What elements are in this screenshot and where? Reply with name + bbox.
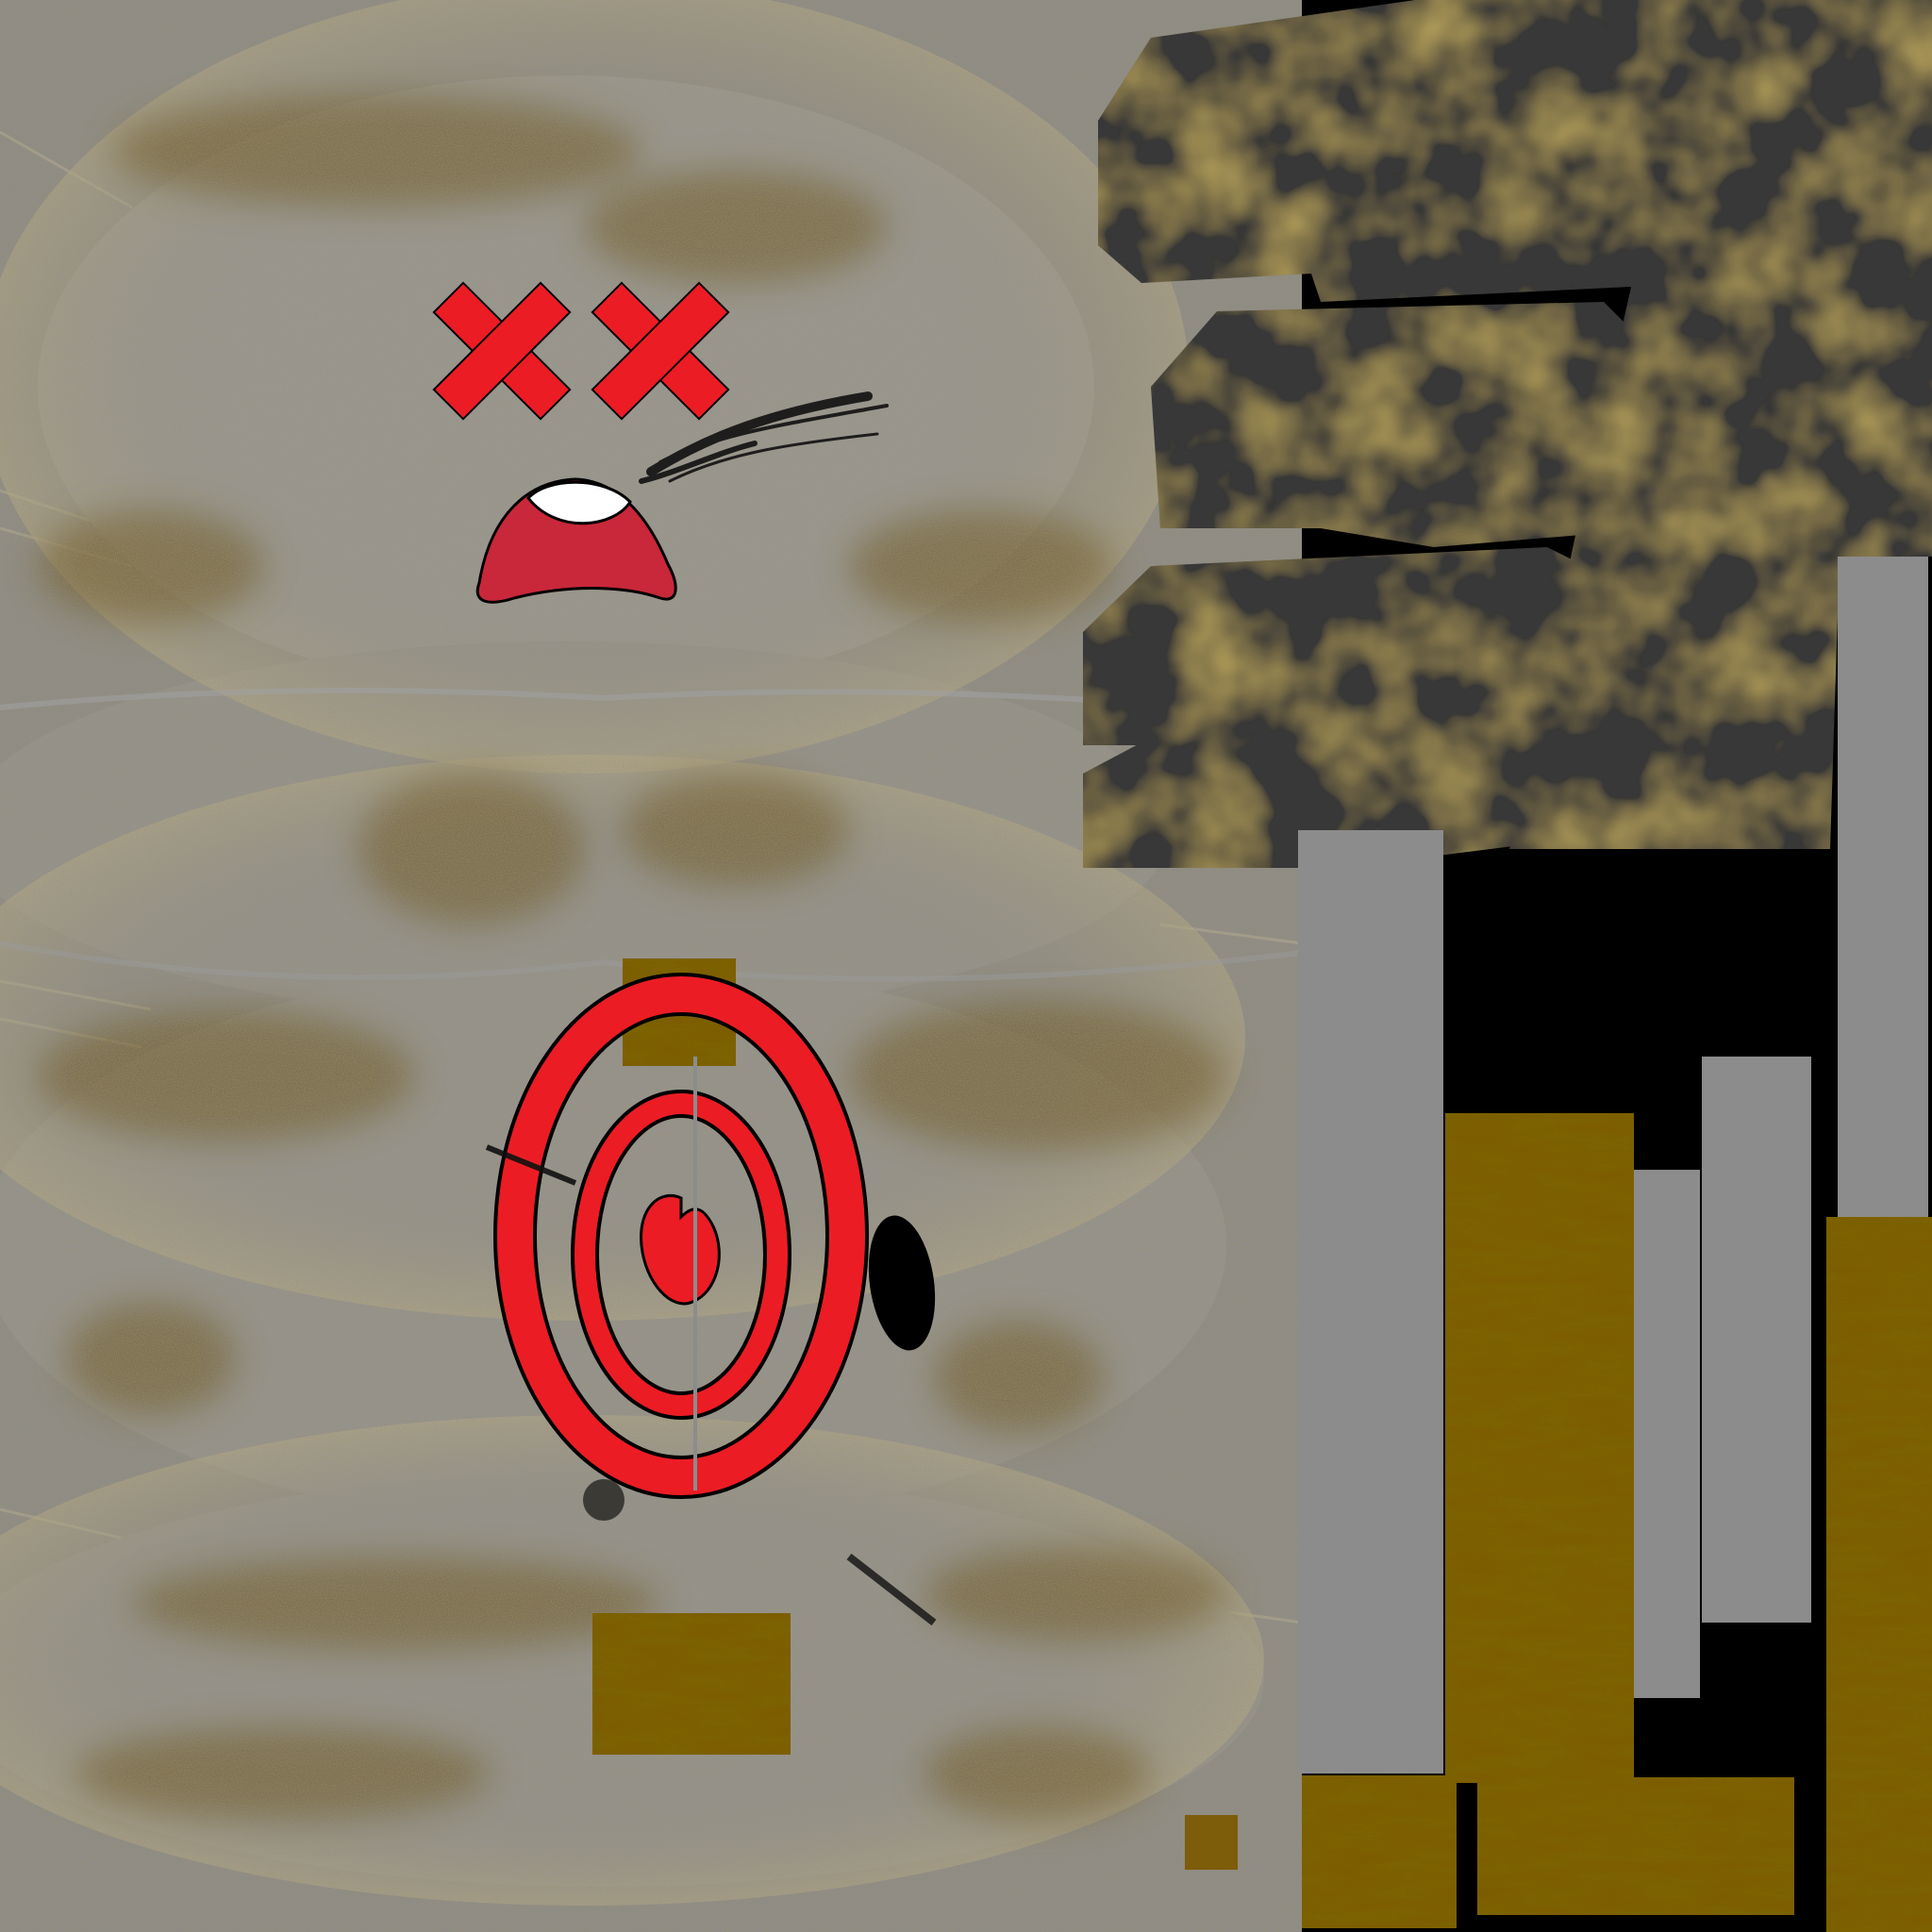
texture-atlas <box>0 0 1932 1932</box>
dark-dirty-patches <box>1083 0 1932 868</box>
ochre-square-bottom <box>592 1613 791 1755</box>
ochre-square-small <box>1185 1815 1238 1870</box>
